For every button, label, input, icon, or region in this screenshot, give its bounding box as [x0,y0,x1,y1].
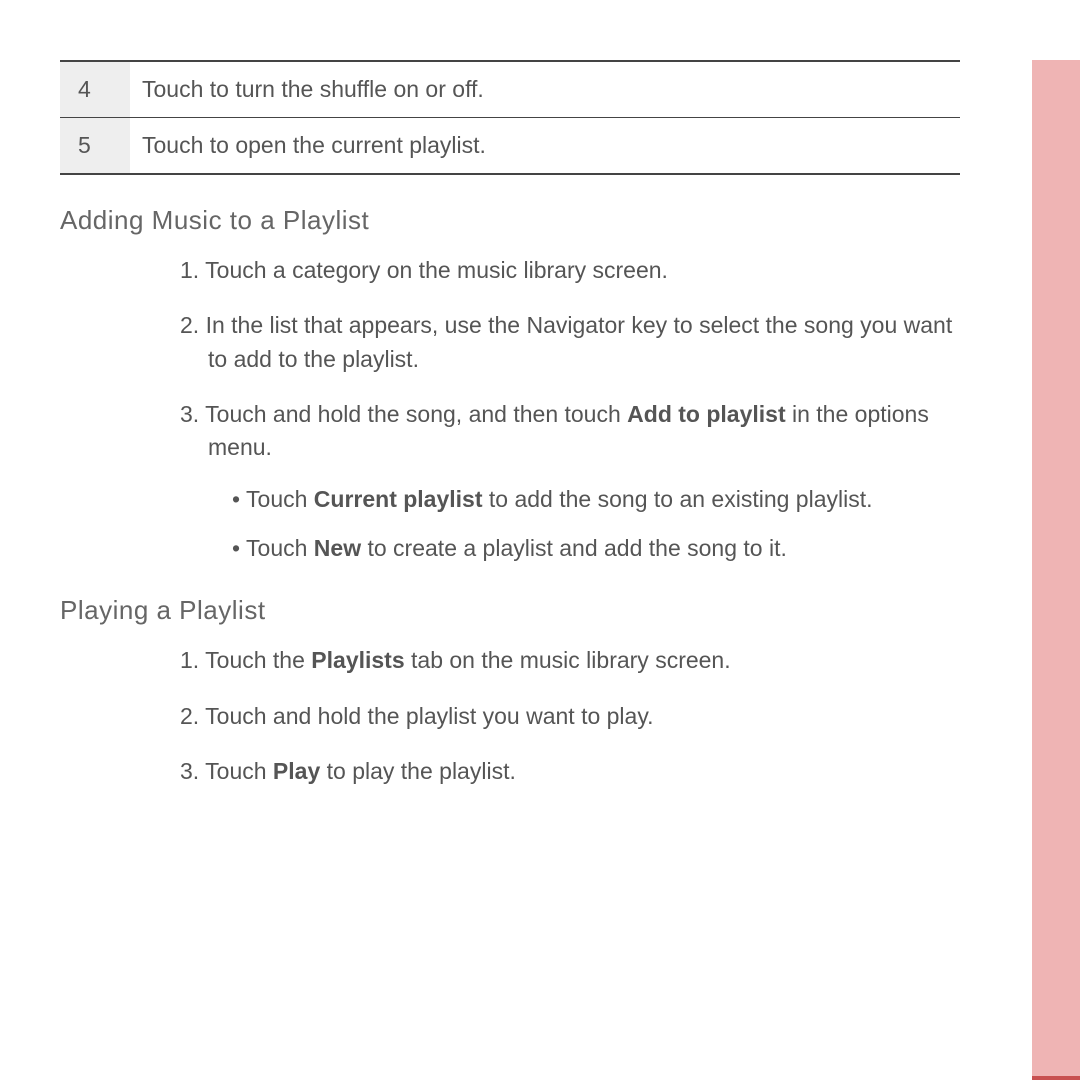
page-number: 85 [1032,1076,1080,1080]
sub-text-bold: New [314,535,361,561]
row-number: 5 [60,118,130,175]
step-text-bold: Add to playlist [627,401,785,427]
sub-text-bold: Current playlist [314,486,483,512]
step-text-bold: Playlists [311,647,404,673]
step-text: 2. In the list that appears, use the Nav… [180,312,952,371]
list-item: 1. Touch a category on the music library… [180,254,960,287]
list-item: 3. Touch Play to play the playlist. [180,755,960,788]
row-text: Touch to turn the shuffle on or off. [130,61,960,118]
side-tab-stripe: 85 [1032,60,1080,1080]
step-text-post: to play the playlist. [320,758,516,784]
sub-text-post: to create a playlist and add the song to… [361,535,787,561]
step-text: 2. Touch and hold the playlist you want … [180,703,654,729]
adding-substeps: Touch Current playlist to add the song t… [208,483,960,566]
step-text-pre: 1. Touch the [180,647,311,673]
adding-steps: 1. Touch a category on the music library… [60,254,960,565]
page: 4 Touch to turn the shuffle on or off. 5… [0,60,1080,1080]
list-item: 2. In the list that appears, use the Nav… [180,309,960,376]
list-item: 3. Touch and hold the song, and then tou… [180,398,960,565]
list-item: 1. Touch the Playlists tab on the music … [180,644,960,677]
list-item: Touch New to create a playlist and add t… [232,532,960,565]
step-text-pre: 3. Touch [180,758,273,784]
sub-text-pre: Touch [246,535,314,561]
row-text: Touch to open the current playlist. [130,118,960,175]
section-title-adding: Adding Music to a Playlist [60,205,1020,236]
sub-text-pre: Touch [246,486,314,512]
row-number: 4 [60,61,130,118]
list-item: Touch Current playlist to add the song t… [232,483,960,516]
section-title-playing: Playing a Playlist [60,595,1020,626]
step-text-bold: Play [273,758,320,784]
list-item: 2. Touch and hold the playlist you want … [180,700,960,733]
step-text: 1. Touch a category on the music library… [180,257,668,283]
step-text-post: tab on the music library screen. [405,647,731,673]
table-row: 4 Touch to turn the shuffle on or off. [60,61,960,118]
reference-table: 4 Touch to turn the shuffle on or off. 5… [60,60,960,175]
sub-text-post: to add the song to an existing playlist. [483,486,873,512]
step-text-pre: 3. Touch and hold the song, and then tou… [180,401,627,427]
playing-steps: 1. Touch the Playlists tab on the music … [60,644,960,788]
table-row: 5 Touch to open the current playlist. [60,118,960,175]
